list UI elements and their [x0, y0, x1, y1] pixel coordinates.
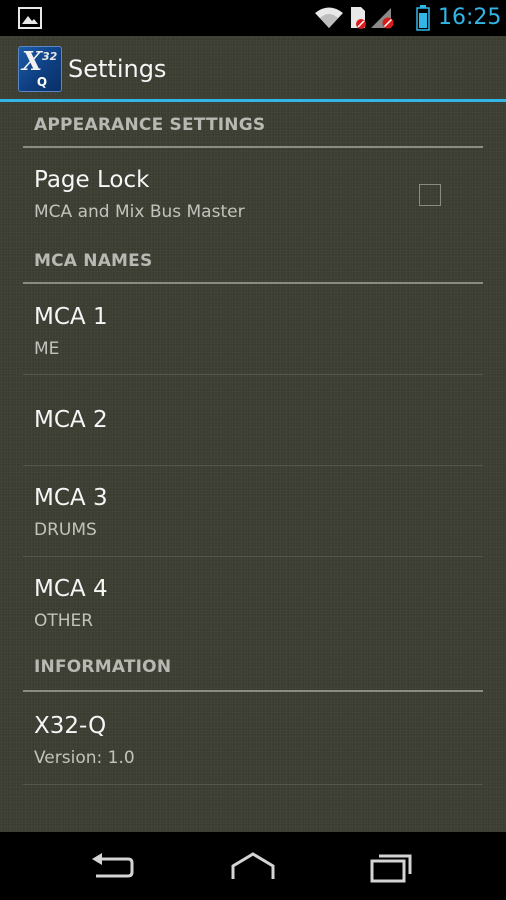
preference-title: MCA 3 — [34, 485, 108, 511]
preference-summary: MCA and Mix Bus Master — [34, 202, 245, 222]
wifi-icon — [314, 6, 344, 34]
battery-icon — [416, 5, 430, 35]
mca-2-preference[interactable]: MCA 2 — [23, 375, 483, 466]
back-icon[interactable] — [88, 850, 138, 884]
app-logo-icon[interactable]: X 32 Q — [18, 46, 62, 92]
section-header-appearance: APPEARANCE SETTINGS — [23, 102, 483, 148]
status-bar: 16:25 — [0, 0, 506, 36]
home-icon[interactable] — [228, 850, 278, 884]
app-info-preference[interactable]: X32-Q Version: 1.0 — [23, 692, 483, 785]
signal-icon — [370, 6, 396, 34]
section-header-mca-names: MCA NAMES — [23, 238, 483, 284]
settings-screen: 16:25 X 32 Q Settings APPEARANCE SETTING… — [0, 0, 506, 900]
preference-title: MCA 4 — [34, 576, 108, 602]
status-clock: 16:25 — [438, 5, 502, 30]
mca-4-preference[interactable]: MCA 4 OTHER — [23, 557, 483, 646]
mca-3-preference[interactable]: MCA 3 DRUMS — [23, 466, 483, 557]
navigation-bar — [0, 832, 506, 900]
preference-summary: OTHER — [34, 611, 94, 631]
section-header-information: INFORMATION — [23, 646, 483, 692]
settings-list[interactable]: APPEARANCE SETTINGS Page Lock MCA and Mi… — [0, 102, 506, 785]
page-lock-preference[interactable]: Page Lock MCA and Mix Bus Master — [23, 148, 483, 238]
action-bar: X 32 Q Settings — [0, 36, 506, 102]
preference-title: MCA 1 — [34, 304, 108, 330]
preference-summary: ME — [34, 339, 60, 359]
mca-1-preference[interactable]: MCA 1 ME — [23, 284, 483, 375]
preference-summary: Version: 1.0 — [34, 748, 135, 768]
preference-title: X32-Q — [34, 713, 107, 739]
gallery-icon — [18, 7, 42, 33]
preference-title: Page Lock — [34, 167, 150, 193]
preference-title: MCA 2 — [34, 407, 108, 433]
page-lock-checkbox[interactable] — [419, 184, 441, 206]
page-title: Settings — [68, 55, 167, 83]
recent-apps-icon[interactable] — [368, 850, 418, 884]
preference-summary: DRUMS — [34, 520, 97, 540]
sd-card-icon — [348, 6, 368, 34]
